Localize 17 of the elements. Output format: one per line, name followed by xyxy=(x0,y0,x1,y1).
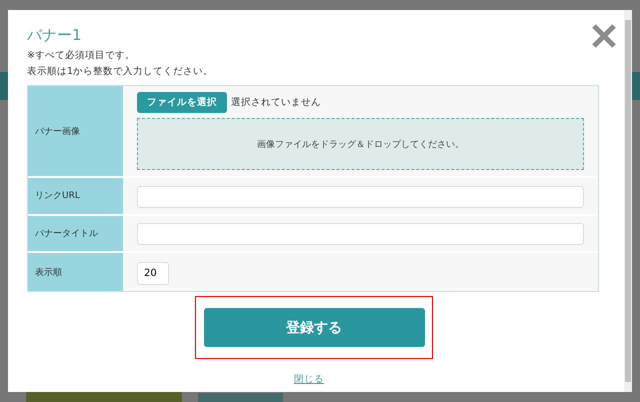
field-label: バナータイトル xyxy=(28,216,123,251)
field-label: リンクURL xyxy=(28,178,123,214)
field-label: バナー画像 xyxy=(28,86,123,176)
drop-zone[interactable]: 画像ファイルをドラッグ＆ドロップしてください。 xyxy=(137,118,584,170)
modal-title: バナー1 xyxy=(27,26,83,46)
scrollbar[interactable] xyxy=(624,10,632,392)
input-field[interactable] xyxy=(137,223,584,245)
order-input-field[interactable]: 20 xyxy=(137,262,169,285)
file-status-text: 選択されていません xyxy=(231,96,321,109)
field-label: 表示順 xyxy=(28,253,123,291)
note-text: 表示順は1から整数で入力してください。 xyxy=(27,65,214,79)
close-icon[interactable] xyxy=(591,23,617,49)
note-text: ※すべて必須項目です。 xyxy=(27,49,136,63)
choose-file-button[interactable]: ファイルを選択 xyxy=(137,92,227,113)
input-field[interactable] xyxy=(137,186,584,208)
register-button[interactable]: 登録する xyxy=(204,308,424,347)
close-link[interactable]: 閉じる xyxy=(294,374,324,385)
